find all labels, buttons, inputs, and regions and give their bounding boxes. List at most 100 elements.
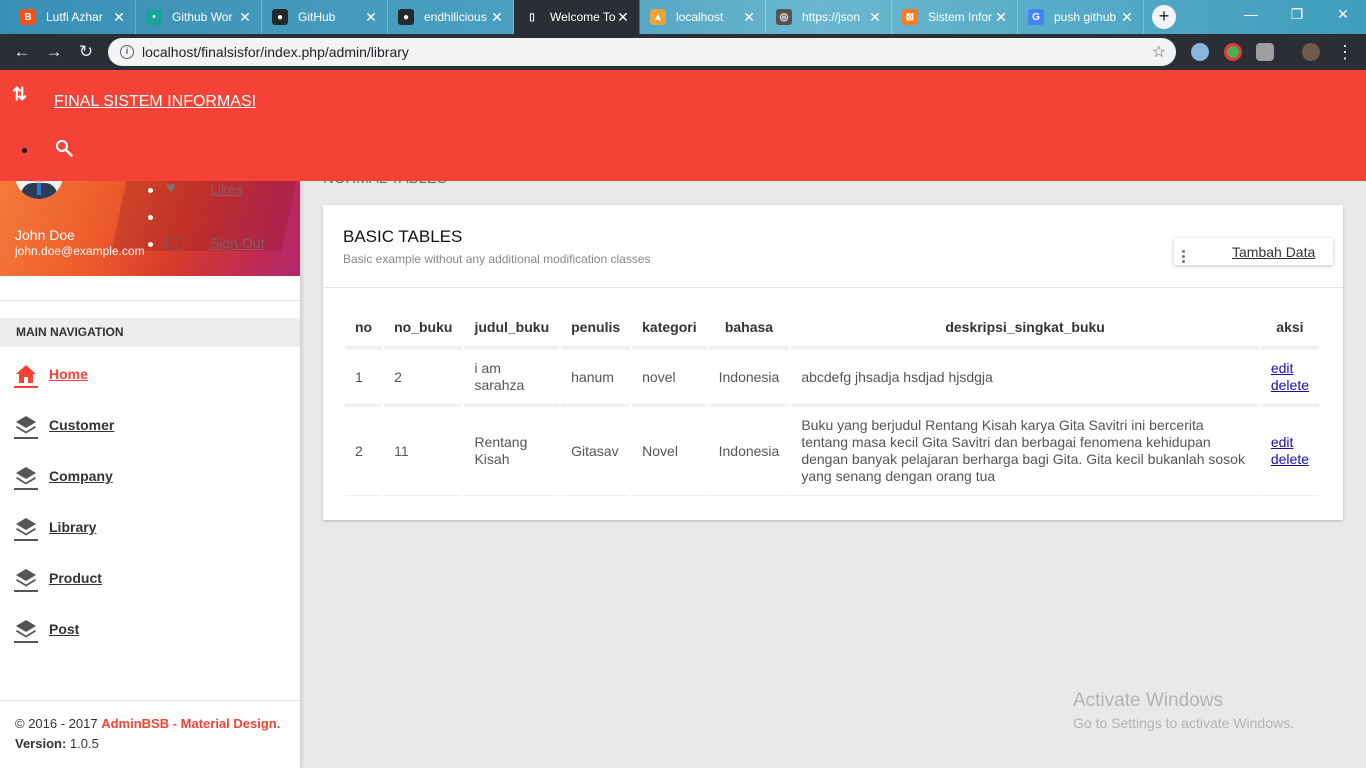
app-top-bar: ⇅ FINAL SISTEM INFORMASI: [0, 70, 1366, 181]
version-text: Version: 1.0.5: [15, 736, 99, 751]
browser-tab-strip: B Lutfi Azhar ✕ • Github Wor ✕ ● GitHub ✕ ● endhil…: [0, 0, 1366, 34]
card-subtitle: Basic example without any additional mod…: [343, 252, 651, 266]
close-window-button[interactable]: ✕: [1320, 0, 1366, 30]
forward-icon[interactable]: →: [42, 40, 66, 64]
column-header: deskripsi_singkat_buku: [791, 308, 1259, 348]
browser-tab[interactable]: ⊠ Sistem Infor ✕: [892, 0, 1018, 34]
layers-icon: [14, 467, 38, 490]
close-tab-icon[interactable]: ✕: [363, 9, 379, 26]
tab-title: push github: [1054, 10, 1117, 24]
divider: [0, 300, 300, 301]
list-bullet: [22, 148, 27, 153]
layers-icon: [14, 569, 38, 592]
browser-tab[interactable]: Gpush github ✕: [1018, 0, 1144, 34]
browser-menu-icon[interactable]: ⋮: [1336, 40, 1354, 64]
browser-tab[interactable]: ▯ Welcome To ✕: [514, 0, 640, 34]
dropdown-item-sign-out[interactable]: Sign Out: [126, 235, 288, 255]
add-data-button[interactable]: Tambah Data: [1174, 238, 1333, 265]
browser-tab[interactable]: ◎ https://json ✕: [766, 0, 892, 34]
cell-judul-buku: i am sarahza: [464, 348, 560, 405]
sidebar-item-customer[interactable]: Customer: [0, 403, 300, 449]
sidebar-item-label[interactable]: Library: [49, 519, 96, 535]
sidebar-item-label[interactable]: Company: [49, 468, 113, 484]
edit-link[interactable]: edit: [1271, 360, 1309, 377]
tab-favicon-icon: •: [146, 9, 162, 25]
site-info-icon[interactable]: i: [120, 45, 134, 59]
tab-favicon-icon: ▲: [650, 9, 666, 25]
reload-icon[interactable]: ↻: [74, 40, 98, 64]
sidebar-item-post[interactable]: Post: [0, 607, 300, 653]
left-sidebar: John Doe john.doe@example.com ♥ Likes Si…: [0, 181, 300, 768]
browser-tab[interactable]: • Github Wor ✕: [136, 0, 262, 34]
home-icon: [14, 365, 38, 388]
browser-tab[interactable]: ▲ localhost ✕: [640, 0, 766, 34]
url-text[interactable]: localhost/finalsisfor/index.php/admin/li…: [142, 44, 1152, 60]
close-tab-icon[interactable]: ✕: [741, 9, 757, 26]
tab-title: localhost: [676, 10, 724, 24]
cell-judul-buku: Rentang Kisah: [464, 405, 560, 496]
delete-link[interactable]: delete: [1271, 451, 1309, 468]
copyright-prefix: © 2016 - 2017: [15, 716, 102, 731]
delete-link[interactable]: delete: [1271, 377, 1309, 394]
swap-arrows-icon[interactable]: ⇅: [12, 84, 27, 105]
extension-icon[interactable]: [1224, 43, 1242, 61]
sign-out-link[interactable]: Sign Out: [210, 235, 264, 251]
tab-favicon-icon: ◎: [776, 9, 792, 25]
new-tab-button[interactable]: +: [1152, 5, 1176, 29]
minimize-button[interactable]: —: [1228, 0, 1274, 30]
sidebar-item-label[interactable]: Customer: [49, 417, 114, 433]
close-tab-icon[interactable]: ✕: [489, 9, 505, 26]
cell-bahasa: Indonesia: [708, 348, 790, 405]
sidebar-item-home[interactable]: Home: [0, 352, 300, 398]
edit-link[interactable]: edit: [1271, 434, 1309, 451]
column-header: no: [345, 308, 383, 348]
close-tab-icon[interactable]: ✕: [867, 9, 883, 26]
add-data-link[interactable]: Tambah Data: [1232, 244, 1315, 260]
sidebar-item-label[interactable]: Post: [49, 621, 79, 637]
version-label: Version:: [15, 736, 67, 751]
table-header-row: no no_buku judul_buku penulis kategori b…: [345, 308, 1319, 348]
extension-icon[interactable]: [1256, 43, 1274, 61]
table-row: 1 2 i am sarahza hanum novel Indonesia a…: [345, 348, 1319, 405]
user-avatar[interactable]: [15, 181, 63, 199]
tab-title: Welcome To: [550, 10, 615, 24]
cell-no-buku: 11: [384, 405, 463, 496]
cell-kategori: novel: [632, 348, 707, 405]
sidebar-item-company[interactable]: Company: [0, 454, 300, 500]
extension-icon[interactable]: [1191, 43, 1209, 61]
activate-windows-title: Activate Windows: [1073, 690, 1223, 711]
column-header: no_buku: [384, 308, 463, 348]
copyright-text: © 2016 - 2017 AdminBSB - Material Design…: [15, 716, 280, 731]
column-header: kategori: [632, 308, 707, 348]
close-tab-icon[interactable]: ✕: [615, 9, 631, 26]
dropdown-item-likes[interactable]: ♥ Likes: [126, 181, 288, 201]
tab-favicon-icon: ●: [398, 9, 414, 25]
browser-tab[interactable]: B Lutfi Azhar ✕: [10, 0, 136, 34]
url-bar[interactable]: i localhost/finalsisfor/index.php/admin/…: [108, 38, 1176, 66]
close-tab-icon[interactable]: ✕: [237, 9, 253, 26]
sidebar-item-label[interactable]: Home: [49, 366, 88, 382]
sidebar-item-label[interactable]: Product: [49, 570, 102, 586]
column-header: bahasa: [708, 308, 790, 348]
maximize-button[interactable]: ❐: [1274, 0, 1320, 30]
tab-title: Github Wor: [172, 10, 233, 24]
app-brand-link[interactable]: FINAL SISTEM INFORMASI: [54, 93, 256, 111]
close-tab-icon[interactable]: ✕: [993, 9, 1009, 26]
search-icon[interactable]: [54, 138, 74, 158]
sidebar-item-library[interactable]: Library: [0, 505, 300, 551]
back-icon[interactable]: ←: [10, 40, 34, 64]
browser-tab[interactable]: ● GitHub ✕: [262, 0, 388, 34]
user-info-panel: John Doe john.doe@example.com ♥ Likes Si…: [0, 181, 300, 276]
tab-title: Lutfi Azhar: [46, 10, 103, 24]
layers-icon: [14, 518, 38, 541]
close-tab-icon[interactable]: ✕: [111, 9, 127, 26]
adminbsb-link[interactable]: AdminBSB - Material Design.: [101, 716, 280, 731]
bookmark-star-icon[interactable]: ☆: [1152, 42, 1166, 62]
profile-avatar[interactable]: [1302, 43, 1320, 61]
likes-link[interactable]: Likes: [210, 181, 243, 197]
sidebar-item-product[interactable]: Product: [0, 556, 300, 602]
cell-kategori: Novel: [632, 405, 707, 496]
cell-penulis: hanum: [561, 348, 631, 405]
browser-tab[interactable]: ● endhilicious ✕: [388, 0, 514, 34]
close-tab-icon[interactable]: ✕: [1119, 9, 1135, 26]
